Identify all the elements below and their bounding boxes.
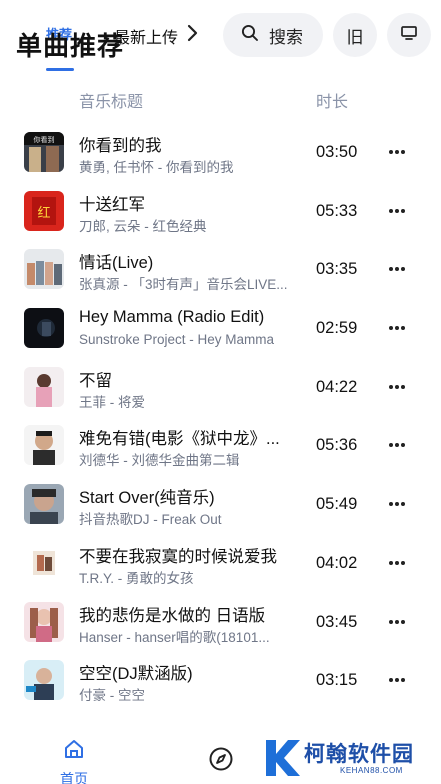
song-duration: 05:33 (316, 201, 358, 220)
song-title: 不留 (79, 371, 112, 390)
album-cover (24, 425, 64, 466)
song-duration: 03:45 (316, 612, 358, 631)
album-cover: 红 (24, 190, 64, 231)
column-duration: 时长 (316, 94, 349, 111)
watermark-logo-icon (262, 736, 302, 780)
compass-icon (208, 747, 234, 776)
site-watermark: 柯翰软件园 KEHAN88.COM (262, 736, 430, 780)
song-subtitle: 付豪 - 空空 (79, 688, 145, 704)
song-duration: 03:50 (316, 143, 358, 161)
song-duration: 03:15 (316, 671, 358, 690)
more-options-icon[interactable] (386, 552, 408, 574)
album-cover (24, 249, 64, 290)
nav-home-label: 首页 (60, 771, 88, 784)
song-row[interactable]: 空空(DJ默涵版) 付豪 - 空空 03:15 (0, 651, 441, 710)
song-row[interactable]: 不要在我寂寞的时候说爱我 T.R.Y. - 勇敢的女孩 04:02 (0, 534, 441, 593)
nav-discover[interactable] (208, 746, 234, 772)
search-icon (241, 24, 259, 47)
svg-text:红: 红 (37, 205, 50, 221)
song-row[interactable]: 情话(Live) 张真源 - 「3时有声」音乐会LIVE... 03:35 (0, 240, 441, 299)
song-duration: 02:59 (316, 319, 358, 338)
song-subtitle: 抖音热歌DJ - Freak Out (79, 512, 222, 528)
song-subtitle: Hanser - hanser唱的歌(18101... (79, 629, 270, 645)
song-subtitle: Sunstroke Project - Hey Mamma (79, 332, 275, 348)
song-title: 你看到的我 (79, 137, 162, 155)
album-cover: 你看到 (24, 132, 64, 172)
song-duration: 04:02 (316, 553, 358, 572)
device-button[interactable] (387, 13, 431, 57)
search-button[interactable]: 搜索 (223, 13, 323, 57)
chevron-right-icon[interactable] (184, 21, 202, 45)
top-bar: 推荐 单曲推荐 最新上传 搜索 旧 (0, 0, 441, 72)
column-title: 音乐标题 (79, 94, 144, 111)
album-cover (24, 308, 64, 349)
song-title: 情话(Live) (79, 254, 154, 273)
song-row[interactable]: 我的悲伤是水做的 日语版 Hanser - hanser唱的歌(18101...… (0, 593, 441, 652)
song-row[interactable]: Start Over(纯音乐) 抖音热歌DJ - Freak Out 05:49 (0, 475, 441, 534)
more-options-icon[interactable] (386, 200, 408, 222)
song-title: 空空(DJ默涵版) (79, 665, 193, 684)
song-title: 不要在我寂寞的时候说爱我 (79, 547, 277, 566)
more-options-icon[interactable] (386, 141, 408, 163)
nav-home[interactable]: 首页 (52, 738, 96, 784)
album-cover (24, 542, 64, 583)
more-options-icon[interactable] (386, 611, 408, 633)
more-options-icon[interactable] (386, 434, 408, 456)
more-options-icon[interactable] (386, 669, 408, 691)
song-list: 你看到 你看到的我 黄勇, 任书怀 - 你看到的我 03:50 红 十送红军 刀… (0, 123, 441, 710)
song-subtitle: 张真源 - 「3时有声」音乐会LIVE... (79, 277, 288, 293)
song-title: Start Over(纯音乐) (79, 489, 215, 508)
song-row[interactable]: 不留 王菲 - 将爱 04:22 (0, 358, 441, 417)
song-duration: 05:49 (316, 495, 358, 514)
song-row[interactable]: 你看到 你看到的我 黄勇, 任书怀 - 你看到的我 03:50 (0, 123, 441, 182)
tab-single-recommend[interactable]: 单曲推荐 (16, 26, 124, 63)
song-duration: 03:35 (316, 260, 358, 279)
list-column-header: 音乐标题 时长 (0, 88, 441, 111)
song-row[interactable]: 红 十送红军 刀郎, 云朵 - 红色经典 05:33 (0, 182, 441, 241)
watermark-url: KEHAN88.COM (340, 766, 403, 775)
album-cover (24, 484, 64, 525)
monitor-icon (400, 25, 418, 46)
album-cover (24, 366, 64, 407)
song-duration: 04:22 (316, 377, 358, 396)
song-duration: 05:36 (316, 436, 358, 455)
song-title: Hey Mamma (Radio Edit) (79, 308, 265, 327)
svg-text:你看到: 你看到 (34, 135, 55, 144)
old-version-button[interactable]: 旧 (333, 13, 377, 57)
song-title: 难免有错(电影《狱中龙》... (79, 430, 280, 449)
song-subtitle: 刘德华 - 刘德华金曲第二辑 (79, 453, 240, 469)
song-subtitle: 王菲 - 将爱 (79, 394, 145, 410)
more-options-icon[interactable] (386, 258, 408, 280)
more-options-icon[interactable] (386, 317, 408, 339)
more-options-icon[interactable] (386, 376, 408, 398)
song-row[interactable]: 难免有错(电影《狱中龙》... 刘德华 - 刘德华金曲第二辑 05:36 (0, 416, 441, 475)
more-options-icon[interactable] (386, 493, 408, 515)
active-tab-indicator (46, 68, 74, 71)
song-title: 我的悲伤是水做的 日语版 (79, 606, 266, 625)
search-label: 搜索 (269, 27, 303, 47)
home-icon (63, 738, 85, 765)
song-row[interactable]: Hey Mamma (Radio Edit) Sunstroke Project… (0, 299, 441, 358)
album-cover (24, 601, 64, 642)
song-subtitle: 刀郎, 云朵 - 红色经典 (79, 218, 207, 234)
tab-latest-upload[interactable]: 最新上传 (114, 24, 178, 48)
song-subtitle: T.R.Y. - 勇敢的女孩 (79, 570, 194, 586)
song-subtitle: 黄勇, 任书怀 - 你看到的我 (79, 160, 234, 175)
song-title: 十送红军 (79, 195, 145, 214)
album-cover (24, 660, 64, 701)
watermark-name: 柯翰软件园 (304, 743, 414, 766)
